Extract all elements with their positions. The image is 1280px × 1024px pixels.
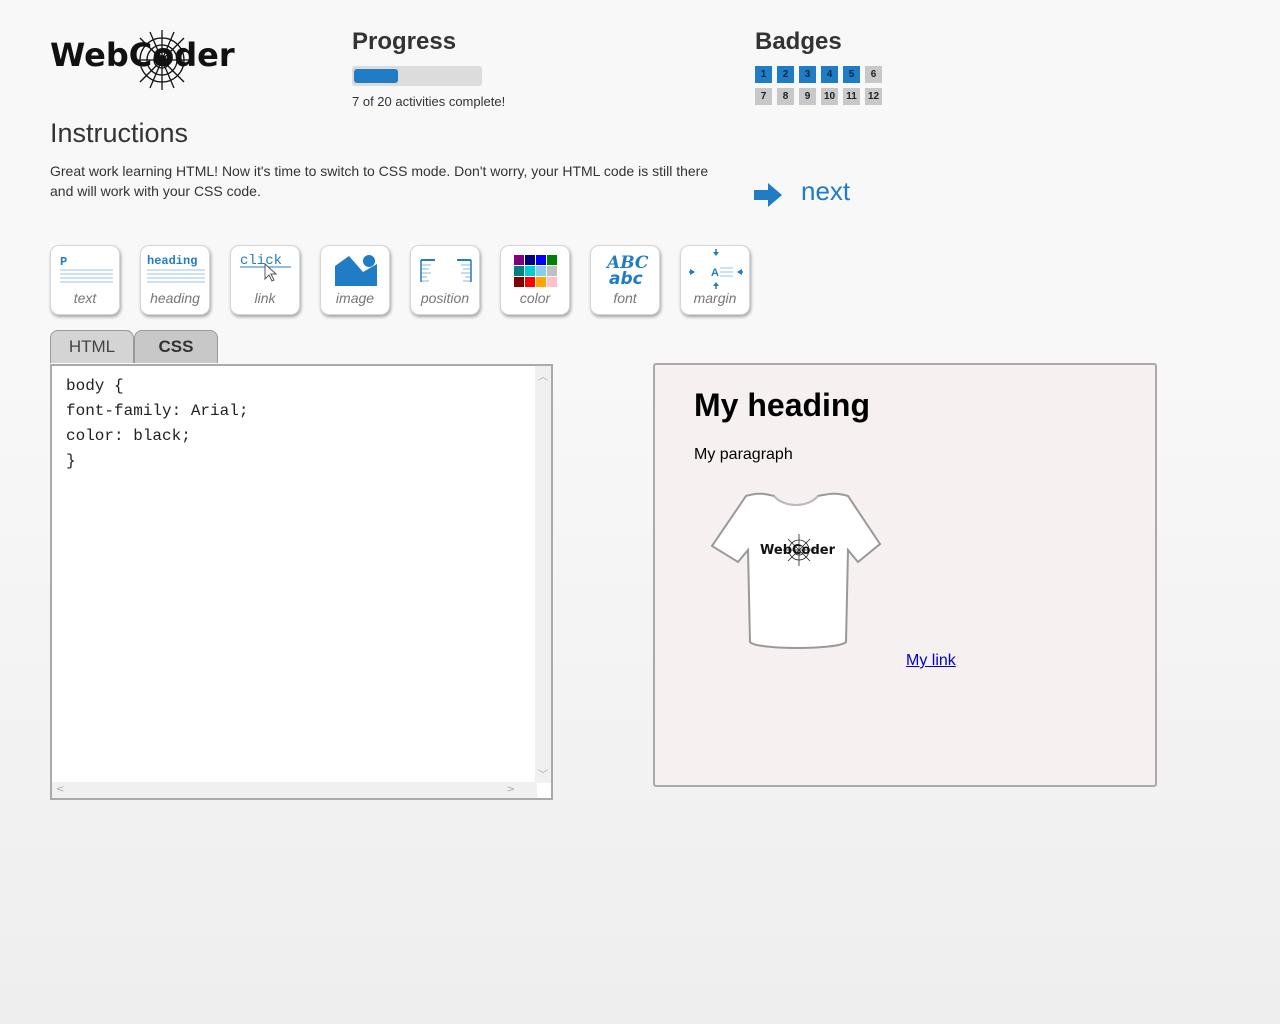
color-icon [514,255,557,287]
progress-title: Progress [352,28,457,55]
progress-fill [354,69,398,83]
badge-4: 4 [821,66,838,83]
badge-6: 6 [865,66,882,83]
tool-position-button[interactable]: position [410,245,480,315]
webcoder-logo: WebCoder [50,28,235,92]
tool-label: text [73,290,97,306]
tool-link-button[interactable]: click link [230,245,300,315]
instructions-title: Instructions [50,118,189,148]
tshirt-image: WebCoder [710,492,882,649]
preview-panel: My heading My paragraph WebCoder My link [653,363,1157,787]
instructions-text: Great work learning HTML! Now it's time … [50,163,709,199]
badges-title: Badges [755,28,842,55]
scroll-left-icon[interactable]: < [56,784,64,795]
tab-css[interactable]: CSS [134,330,218,363]
image-icon [335,255,377,286]
tool-label: font [613,290,637,306]
tool-label: color [519,290,551,306]
badge-11: 11 [843,88,860,105]
progress-text: 7 of 20 activities complete! [352,94,506,109]
badge-10: 10 [821,88,838,105]
badge-8: 8 [777,88,794,105]
tab-html[interactable]: HTML [50,330,134,363]
next-label: next [801,176,851,206]
tool-label: image [335,290,375,306]
badge-9: 9 [799,88,816,105]
badge-5: 5 [843,66,860,83]
progress-bar [352,66,482,86]
horizontal-scrollbar[interactable]: < > [52,782,537,798]
badge-12: 12 [865,88,882,105]
tool-color-button[interactable]: color [500,245,570,315]
preview-heading: My heading [694,387,871,423]
logo-text: WebCoder [50,36,235,74]
preview-link[interactable]: My link [906,652,956,670]
arrow-right-icon [754,183,782,207]
link-icon: click [240,253,291,282]
badge-1: 1 [755,66,772,83]
tool-font-button[interactable]: ABC abc font [590,245,660,315]
tshirt-logo-text: WebCoder [760,543,836,558]
badge-2: 2 [777,66,794,83]
font-icon: ABC abc [605,253,649,289]
text-icon-glyph: P [60,255,67,269]
vertical-scrollbar[interactable]: ︿ ﹀ [535,366,551,783]
scroll-down-icon[interactable]: ﹀ [538,766,548,781]
tool-image-button[interactable]: image [320,245,390,315]
tool-label: margin [693,290,737,306]
tool-heading-button[interactable]: heading heading [140,245,210,315]
editor-code[interactable]: body { font-family: Arial; color: black;… [66,374,248,474]
badge-3: 3 [799,66,816,83]
tool-label: link [254,290,276,306]
tool-text-button[interactable]: P text [50,245,120,315]
preview-paragraph: My paragraph [694,446,793,463]
margin-icon: A [689,249,743,289]
font-icon-glyph-bottom: abc [609,269,643,289]
text-icon: P [60,255,113,283]
scroll-up-icon[interactable]: ︿ [538,368,548,383]
heading-icon-glyph: heading [147,254,197,268]
badge-7: 7 [755,88,772,105]
scroll-right-icon[interactable]: > [507,784,515,795]
margin-icon-glyph: A [711,267,719,279]
tool-margin-button[interactable]: A margin [680,245,750,315]
css-code-editor[interactable]: body { font-family: Arial; color: black;… [50,364,553,800]
next-button[interactable]: next [752,176,872,212]
tool-label: position [420,290,470,306]
heading-icon: heading [147,254,205,283]
position-icon [420,259,472,282]
tool-label: heading [150,290,200,306]
